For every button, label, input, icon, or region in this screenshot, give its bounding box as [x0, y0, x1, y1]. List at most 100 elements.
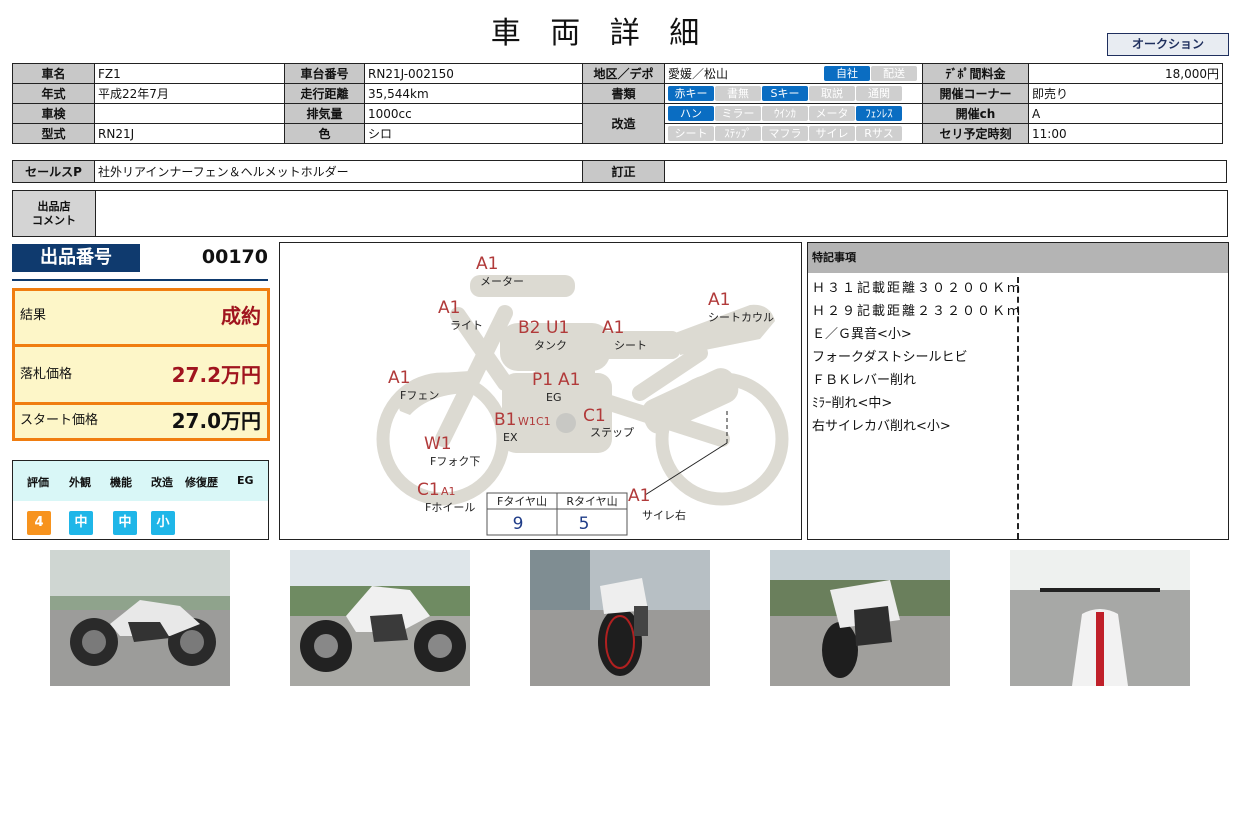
frame-value: RN21J-002150 [364, 63, 583, 84]
evaluation-box: 評価 外観 機能 改造 修復歴 EG 4 中 中 小 [12, 460, 269, 540]
tank-u-mark: U1 [546, 318, 569, 338]
silencer-mark: A1 [628, 486, 650, 506]
auction-button[interactable]: オークション [1107, 33, 1229, 56]
eval-score-badge: 4 [27, 511, 51, 535]
vehicle-photo-3[interactable] [530, 550, 710, 686]
light-mark: A1 [438, 298, 460, 318]
eval-exterior-badge: 中 [69, 511, 93, 535]
mod-tag-rear-suspension: Rサス [856, 126, 902, 141]
sales-point-table: セールスP 社外リアインナーフェン＆ヘルメットホルダー 訂正 [12, 160, 1227, 183]
eg-p-mark: P1 [532, 370, 553, 390]
start-price-value: 27.0万円 [171, 409, 261, 433]
motorcycle-silhouette: メーター ライト タンク シート シートカウル Fフェン EG EX ステップ … [376, 254, 789, 536]
vehicle-photo-4[interactable] [770, 550, 950, 686]
tank-label: タンク [534, 339, 567, 352]
vehicle-photo-2[interactable] [290, 550, 470, 686]
displacement-value: 1000cc [364, 103, 583, 124]
sales-point-value: 社外リアインナーフェン＆ヘルメットホルダー [94, 160, 583, 183]
result-value: 成約 [221, 304, 261, 328]
frame-label: 車台番号 [284, 63, 365, 84]
step-label: ステップ [590, 426, 634, 439]
color-value: シロ [364, 123, 583, 144]
silencer-label: サイレ右 [642, 508, 686, 522]
ex-b-mark: B1 [494, 410, 516, 430]
doc-tag-red-key: 赤キー [668, 86, 714, 101]
wheel-label: Fホイール [425, 501, 475, 514]
ffen-mark: A1 [388, 368, 410, 388]
ex-label: EX [503, 431, 518, 444]
special-notes-header: 特記事項 [808, 243, 1228, 273]
wheel-c-mark: C1 [417, 480, 440, 500]
mileage-value: 35,544km [364, 83, 583, 104]
area-tag-delivery: 配送 [871, 66, 917, 81]
eval-header-repair: 修復歴 [185, 476, 218, 489]
special-notes: 特記事項 Ｈ３１記載距離３０２００Ｋｍ Ｈ２９記載距離２３２００Ｋｍ Ｅ／Ｇ異音… [807, 242, 1229, 540]
lot-number: 00170 [201, 246, 268, 268]
model-value: RN21J [94, 123, 285, 144]
note-item: ＦＢＫレバー削れ [812, 373, 917, 388]
doc-tag-no-docs: 書無 [715, 86, 761, 101]
eg-a-mark: A1 [558, 370, 580, 390]
displacement-label: 排気量 [284, 103, 365, 124]
seller-comment-label: 出品店 コメント [13, 191, 96, 236]
doc-tag-s-key: Sキー [762, 86, 808, 101]
mod-tag-seat: シート [668, 126, 714, 141]
mod-tag-step: ｽﾃｯﾌﾟ [715, 126, 761, 141]
seat-mark: A1 [602, 318, 624, 338]
mod-tag-silencer: サイレ [809, 126, 855, 141]
eval-header-engine: EG [237, 474, 254, 487]
sold-price-row: 落札価格 27.2万円 [15, 351, 267, 399]
lot-label: 出品番号 [12, 244, 140, 272]
note-item: ﾐﾗｰ削れ<中> [812, 396, 893, 411]
vehicle-photo-5[interactable] [1010, 550, 1190, 686]
mod-tag-muffler: マフラ [762, 126, 808, 141]
front-tire-label: Fタイヤ山 [497, 495, 547, 508]
mileage-label: 走行距離 [284, 83, 365, 104]
damage-diagram: メーター ライト タンク シート シートカウル Fフェン EG EX ステップ … [279, 242, 802, 540]
vehicle-photo-1[interactable] [50, 550, 230, 686]
docs-tags: 赤キー 書無 Sキー 取説 通関 [664, 83, 923, 104]
year-value: 平成22年7月 [94, 83, 285, 104]
depo-fee-label: ﾃﾞﾎﾟ間料金 [922, 63, 1029, 84]
color-label: 色 [284, 123, 365, 144]
model-label: 型式 [12, 123, 95, 144]
result-label: 結果 [20, 308, 47, 323]
channel-label: 開催ch [922, 103, 1029, 124]
correction-value [664, 160, 1227, 183]
fork-label: Fフォク下 [430, 455, 480, 468]
result-box: 結果 成約 落札価格 27.2万円 スタート価格 27.0万円 [12, 288, 270, 441]
spec-table: 車名 FZ1 車台番号 RN21J-002150 地区／デポ 愛媛／松山 自社配… [12, 63, 1223, 144]
evaluation-header: 評価 外観 機能 改造 修復歴 EG [13, 461, 268, 501]
mod-tags-row2: シート ｽﾃｯﾌﾟ マフラ サイレ Rサス [664, 123, 923, 144]
channel-value: A [1028, 103, 1223, 124]
ex-w-mark: W1 [518, 415, 536, 428]
note-item: Ｈ３１記載距離３０２００Ｋｍ [812, 281, 1023, 296]
mod-tag-meter: メータ [809, 106, 855, 121]
note-item: Ｅ／Ｇ異音<小> [812, 327, 912, 342]
area-value: 愛媛／松山 [668, 67, 729, 81]
eg-label: EG [546, 391, 561, 404]
step-mark: C1 [583, 406, 606, 426]
corner-value: 即売り [1028, 83, 1223, 104]
ex-c-mark: C1 [536, 415, 551, 428]
mod-label: 改造 [582, 103, 665, 144]
area-cell: 愛媛／松山 自社 配送 [664, 63, 923, 84]
inspection-label: 車検 [12, 103, 95, 124]
cowl-label: シートカウル [708, 311, 774, 324]
doc-tag-manual: 取説 [809, 86, 855, 101]
corner-label: 開催コーナー [922, 83, 1029, 104]
inspection-value [94, 103, 285, 124]
sales-point-label: セールスP [12, 160, 95, 183]
sold-price-label: 落札価格 [20, 367, 73, 382]
cowl-mark: A1 [708, 290, 730, 310]
eval-header-modification: 改造 [151, 476, 173, 489]
tank-b-mark: B2 [518, 318, 540, 338]
eval-header-exterior: 外観 [69, 476, 91, 489]
light-label: ライト [450, 319, 483, 332]
time-value: 11:00 [1028, 123, 1223, 144]
area-label: 地区／デポ [582, 63, 665, 84]
eval-header-score: 評価 [27, 476, 49, 489]
eval-header-function: 機能 [110, 476, 132, 489]
depo-fee-value: 18,000円 [1028, 63, 1223, 84]
start-price-row: スタート価格 27.0万円 [15, 406, 267, 436]
